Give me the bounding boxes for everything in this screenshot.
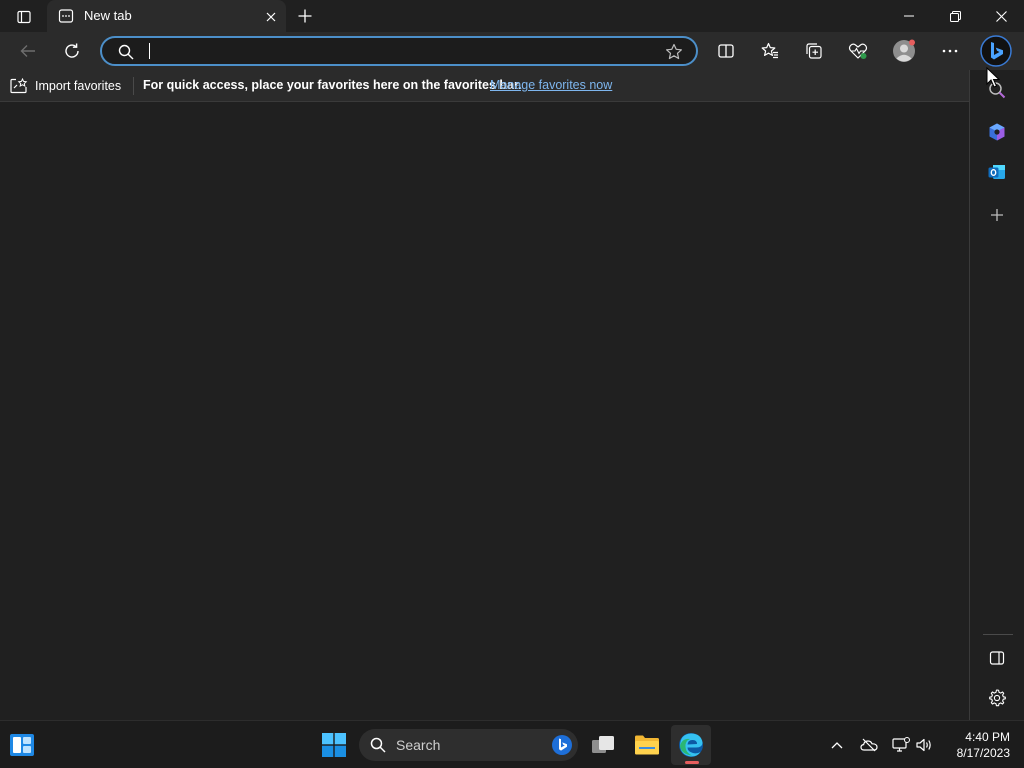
restore-icon (949, 10, 961, 22)
sidebar-add-button[interactable] (983, 201, 1011, 229)
refresh-icon (65, 43, 79, 58)
minimize-button[interactable] (886, 0, 932, 32)
taskbar-search-label: Search (396, 737, 441, 753)
back-icon (20, 45, 35, 57)
close-icon (266, 12, 275, 21)
taskbar-search[interactable]: Search (359, 729, 578, 761)
collections-button[interactable] (799, 37, 829, 65)
browser-essentials-icon (848, 43, 868, 59)
favorites-bar-message: For quick access, place your favorites h… (143, 78, 522, 92)
sidebar-settings-button[interactable] (983, 684, 1011, 712)
edge-sidebar (969, 70, 1024, 720)
sidebar-outlook-button[interactable] (983, 158, 1011, 186)
mouse-cursor-icon (986, 67, 1000, 88)
onedrive-offline-icon (860, 738, 878, 752)
copilot-icon (989, 123, 1005, 141)
address-bar[interactable] (100, 36, 698, 66)
onedrive-tray-button[interactable] (858, 733, 880, 757)
task-view-button[interactable] (583, 725, 623, 765)
volume-icon (916, 738, 931, 752)
tab-actions-menu-button[interactable] (10, 6, 38, 28)
restore-button[interactable] (932, 0, 978, 32)
tab-actions-icon (17, 10, 31, 24)
text-cursor (149, 43, 150, 59)
favorites-icon (761, 42, 778, 59)
clock-time: 4:40 PM (965, 730, 1010, 744)
network-tray-button[interactable] (890, 733, 912, 757)
hide-sidebar-icon (989, 651, 1005, 665)
title-bar: New tab (0, 0, 1024, 32)
import-favorites-label: Import favorites (35, 79, 122, 93)
collections-icon (806, 43, 822, 59)
show-hidden-icons-button[interactable] (826, 733, 848, 757)
settings-icon (989, 689, 1006, 707)
task-view-icon (592, 736, 614, 753)
widgets-button[interactable] (2, 725, 42, 765)
profile-icon (893, 39, 915, 62)
import-favorites-icon (10, 78, 28, 94)
more-icon (942, 49, 958, 53)
network-icon (892, 737, 910, 752)
search-icon (118, 44, 134, 60)
plus-icon (298, 9, 312, 23)
split-screen-icon (718, 44, 734, 58)
edge-icon (679, 733, 703, 757)
bing-icon (552, 735, 572, 755)
sidebar-copilot-button[interactable] (983, 118, 1011, 146)
volume-tray-button[interactable] (913, 733, 935, 757)
page-content (0, 103, 969, 720)
tab-title: New tab (84, 8, 132, 23)
split-screen-button[interactable] (711, 37, 741, 65)
tab-new-tab[interactable]: New tab (47, 0, 286, 32)
profile-button[interactable] (889, 37, 919, 65)
active-app-indicator (685, 761, 699, 764)
add-favorite-star-icon[interactable] (665, 43, 683, 61)
search-icon (370, 737, 386, 753)
favorites-bar: Import favorites For quick access, place… (0, 70, 969, 102)
address-input[interactable] (152, 40, 652, 62)
favorites-button[interactable] (755, 37, 785, 65)
bing-copilot-button[interactable] (980, 35, 1012, 67)
import-favorites-button[interactable]: Import favorites (10, 76, 121, 96)
minimize-icon (904, 15, 914, 17)
new-tab-page-icon (58, 9, 74, 23)
add-icon (991, 209, 1003, 221)
settings-and-more-button[interactable] (935, 37, 965, 65)
windows-logo-icon (322, 733, 346, 757)
manage-favorites-link[interactable]: Manage favorites now (490, 77, 612, 93)
file-explorer-button[interactable] (627, 725, 667, 765)
start-button[interactable] (314, 725, 354, 765)
close-icon (995, 10, 1007, 22)
chevron-up-icon (831, 742, 843, 749)
widgets-icon (10, 734, 34, 756)
taskbar: Search 4:40 PM 8/17/2023 (0, 720, 1024, 768)
clock-date: 8/17/2023 (956, 746, 1010, 760)
sidebar-divider (983, 634, 1013, 635)
back-button[interactable] (13, 37, 43, 65)
favorites-divider (133, 77, 134, 95)
new-tab-button[interactable] (294, 5, 316, 27)
close-window-button[interactable] (978, 0, 1024, 32)
navigation-toolbar (0, 32, 1024, 70)
refresh-button[interactable] (57, 37, 87, 65)
taskbar-clock[interactable]: 4:40 PM 8/17/2023 (944, 729, 1010, 761)
bing-copilot-icon (980, 35, 1012, 67)
file-explorer-icon (635, 735, 659, 755)
outlook-icon (988, 165, 1005, 179)
edge-taskbar-button[interactable] (671, 725, 711, 765)
hide-sidebar-button[interactable] (983, 644, 1011, 672)
tab-close-button[interactable] (262, 8, 279, 25)
browser-essentials-button[interactable] (843, 37, 873, 65)
